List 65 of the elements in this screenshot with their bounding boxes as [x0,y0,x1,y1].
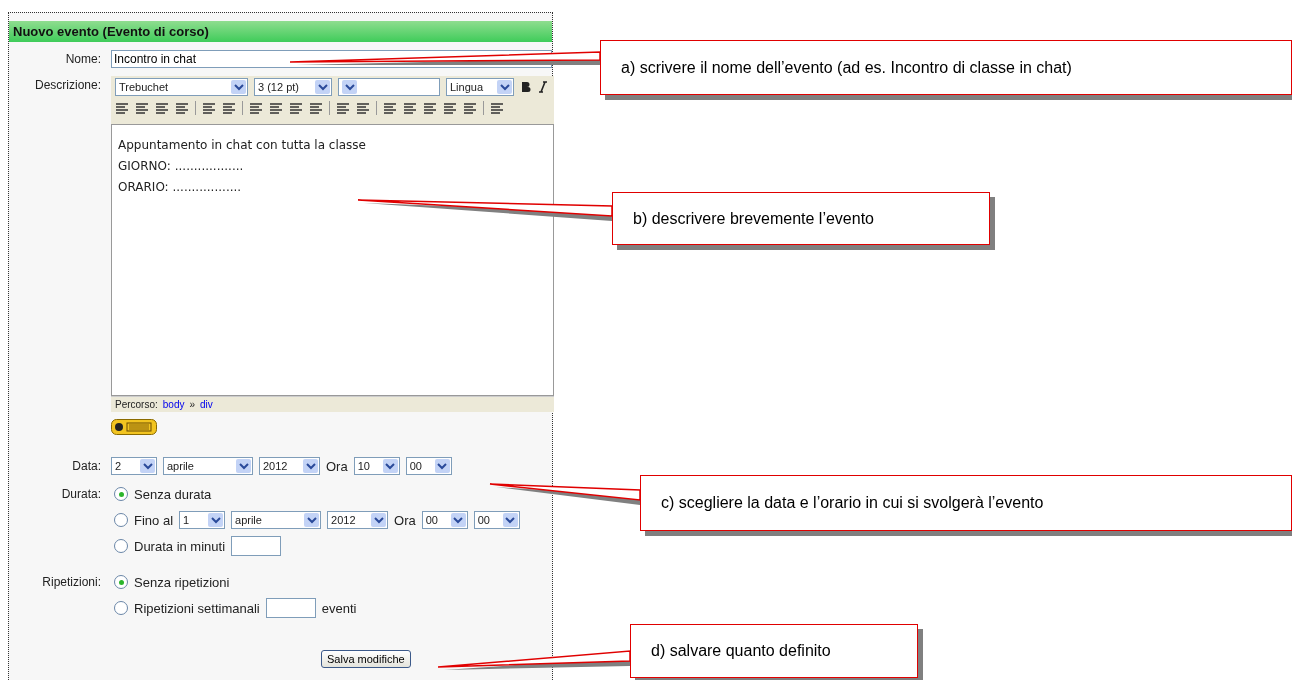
editor-text: GIORNO: .................. [118,158,245,175]
option-label: Durata in minuti [134,538,226,554]
minutes-input[interactable] [231,536,282,556]
caret-icon [305,462,316,470]
path-label: Percorso: [115,399,158,410]
caret-icon [344,83,355,91]
radio-button[interactable] [114,539,128,553]
option-label: Fino al [134,512,174,528]
repeat-count-input[interactable] [265,598,316,618]
radio-button[interactable] [114,487,128,501]
size-select[interactable]: 3 (12 pt) [254,78,332,96]
callout-text: c) scegliere la data e l’orario in cui si svolgerà l’evento [661,494,1044,512]
panel-title: Nuovo evento (Evento di corso) [9,21,552,42]
caret-icon [142,462,153,470]
month-select[interactable]: aprile [163,457,253,475]
format-select[interactable] [338,78,440,96]
option-suffix: eventi [321,600,357,616]
field-label: Nome: [64,52,101,66]
path-link[interactable]: body [162,399,185,410]
help-keyboard-icon[interactable] [111,419,157,435]
callout-text: b) descrivere brevemente l’evento [633,209,874,228]
option-label: Senza durata [134,486,212,502]
path-separator: » [189,399,196,410]
font-select[interactable]: Trebuchet [115,78,248,96]
option-label: Senza ripetizioni [134,574,230,590]
caret-icon [505,516,516,524]
caret-icon [233,83,244,91]
caret-icon [499,83,510,91]
caret-icon [238,462,249,470]
caret-icon [317,83,328,91]
option-label: Ripetizioni settimanali [134,600,260,616]
time-label: Ora [326,458,348,474]
language-select[interactable]: Lingua [446,78,514,96]
month-select[interactable]: aprile [231,511,322,529]
field-label: Ripetizioni: [41,575,101,589]
year-select[interactable]: 2012 [327,511,389,529]
field-label: Data: [71,459,101,473]
radio-button[interactable] [114,513,128,527]
field-label: Durata: [60,487,101,501]
field-label: Descrizione: [33,78,101,92]
callout-text: a) scrivere il nome dell’evento (ad es. Incontro di classe in chat) [621,58,1072,77]
caret-icon [210,516,221,524]
editor-text: Appuntamento in chat con tutta la classe [118,137,367,154]
day-select[interactable]: 2 [111,457,157,475]
editor-text: ORARIO: .................. [118,179,243,196]
bold-icon[interactable] [520,81,532,93]
minute-select[interactable]: 00 [473,511,520,529]
align-left-icon[interactable] [115,102,129,114]
path-link[interactable]: div [200,399,213,410]
hour-select[interactable]: 10 [353,457,400,475]
caret-icon [437,462,448,470]
radio-button[interactable] [114,575,128,589]
year-select[interactable]: 2012 [259,457,320,475]
radio-button[interactable] [114,601,128,615]
day-select[interactable]: 1 [179,511,226,529]
caret-icon [453,516,464,524]
caret-icon [373,516,384,524]
save-button[interactable]: Salva modifiche [321,650,411,668]
caret-icon [385,462,396,470]
italic-icon[interactable] [538,81,548,93]
minute-select[interactable]: 00 [405,457,452,475]
hour-select[interactable]: 00 [421,511,468,529]
caret-icon [306,516,317,524]
time-label: Ora [394,512,416,528]
callout-text: d) salvare quanto definito [651,642,831,660]
